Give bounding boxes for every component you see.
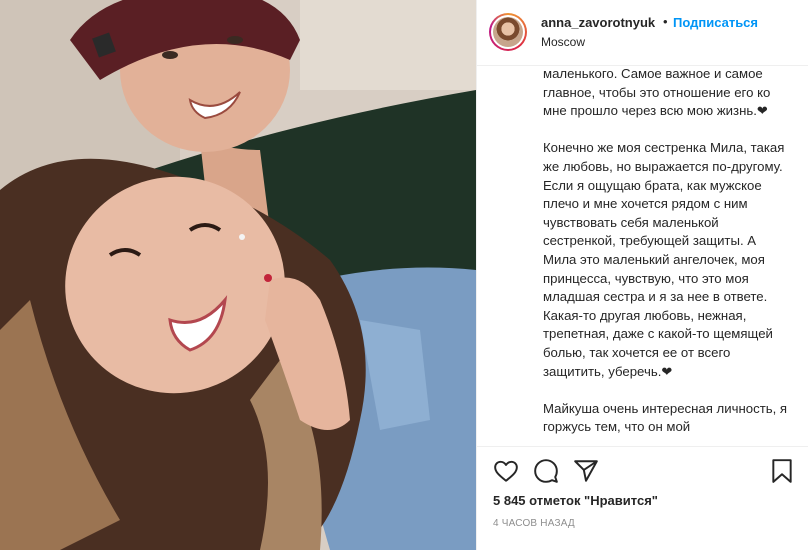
separator-dot: • bbox=[663, 14, 668, 29]
follow-button[interactable]: Подписаться bbox=[673, 15, 758, 30]
post-timestamp[interactable]: 4 ЧАСОВ НАЗАД bbox=[493, 518, 575, 529]
caption-scroll-area[interactable]: маленького. Самое важное и самое главное… bbox=[477, 66, 808, 446]
avatar[interactable] bbox=[489, 13, 527, 51]
caption-paragraph: маленького. Самое важное и самое главное… bbox=[543, 66, 771, 119]
heart-icon[interactable] bbox=[493, 458, 519, 484]
post-sidebar: anna_zavorotnyuk • Подписаться Moscow ма… bbox=[476, 0, 808, 550]
instagram-post: anna_zavorotnyuk • Подписаться Moscow ма… bbox=[0, 0, 808, 550]
post-header: anna_zavorotnyuk • Подписаться Moscow bbox=[477, 0, 808, 66]
likes-count[interactable]: 5 845 отметок "Нравится" bbox=[493, 493, 658, 508]
photo-illustration bbox=[0, 0, 476, 550]
username-link[interactable]: anna_zavorotnyuk bbox=[541, 15, 655, 30]
share-icon[interactable] bbox=[573, 458, 599, 484]
action-bar: 5 845 отметок "Нравится" 4 ЧАСОВ НАЗАД bbox=[477, 446, 808, 550]
comment-icon[interactable] bbox=[533, 458, 559, 484]
bookmark-icon[interactable] bbox=[769, 458, 795, 484]
post-photo[interactable] bbox=[0, 0, 476, 550]
caption-paragraph: Майкуша очень интересная личность, я гор… bbox=[543, 400, 788, 435]
location-link[interactable]: Moscow bbox=[541, 35, 585, 49]
caption-text: маленького. Самое важное и самое главное… bbox=[543, 66, 793, 446]
caption-paragraph: Конечно же моя сестренка Мила, такая же … bbox=[543, 140, 785, 379]
avatar-image bbox=[493, 17, 523, 47]
